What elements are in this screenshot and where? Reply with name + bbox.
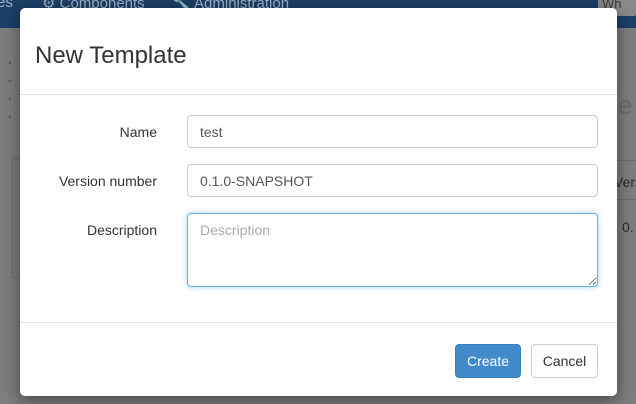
description-label: Description xyxy=(86,222,157,238)
new-template-dialog: New Template Name Version number Descrip… xyxy=(20,8,617,396)
description-textarea[interactable] xyxy=(187,213,598,287)
create-button[interactable]: Create xyxy=(455,344,521,378)
name-label: Name xyxy=(119,124,157,140)
background-cell: 0. xyxy=(622,219,634,235)
background-heading: e xyxy=(618,90,633,120)
nav-item-partial: es xyxy=(0,0,13,11)
modal-title: New Template xyxy=(35,42,187,69)
modal-footer: Create Cancel xyxy=(20,322,617,396)
sidebar-marks: ▪ ▪ ▪ ▪ xyxy=(8,58,12,123)
modal-body: Name Version number Description xyxy=(20,95,617,322)
cancel-button[interactable]: Cancel xyxy=(531,344,598,378)
version-label: Version number xyxy=(58,173,157,189)
name-input[interactable] xyxy=(187,115,598,148)
modal-header: New Template xyxy=(20,8,617,95)
version-input[interactable] xyxy=(187,164,598,197)
background-column-header: Vers xyxy=(614,174,636,190)
